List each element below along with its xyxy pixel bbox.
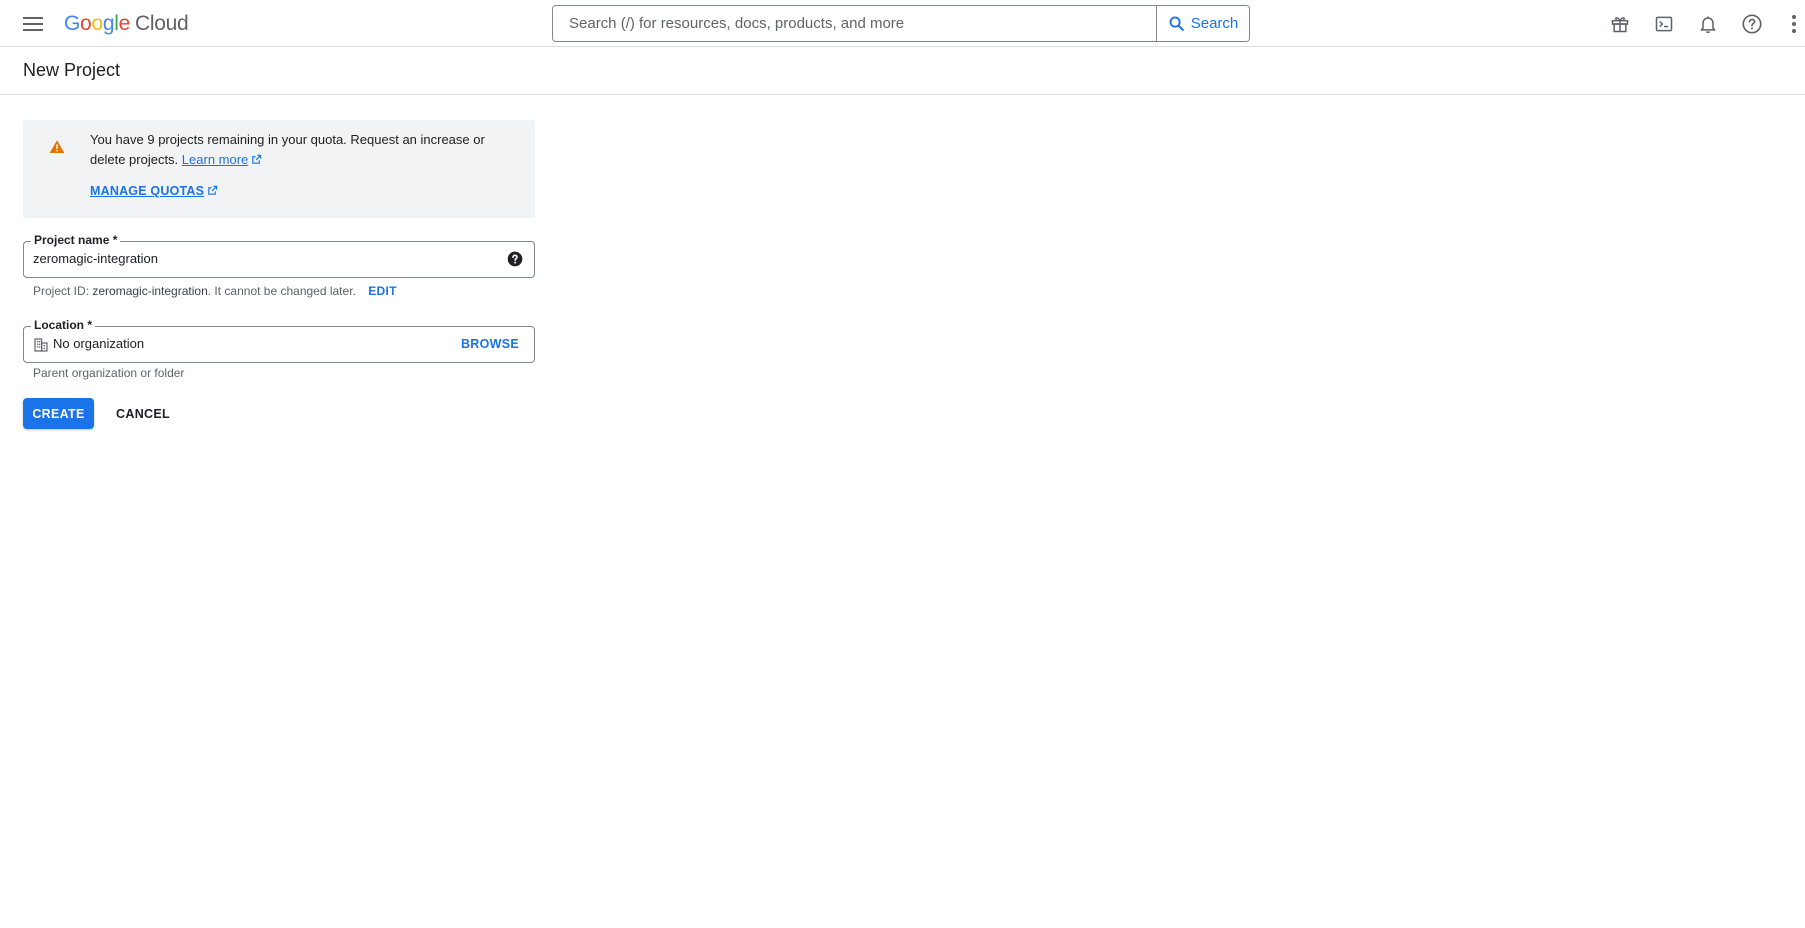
- project-id-hint: Project ID: zeromagic-integration. It ca…: [33, 284, 397, 298]
- more-options-button[interactable]: [1787, 11, 1801, 37]
- search-bar: Search: [552, 5, 1250, 42]
- logo-letter: o: [80, 12, 92, 35]
- quota-message-block: You have 9 projects remaining in your qu…: [90, 130, 510, 170]
- external-link-icon: [208, 185, 218, 195]
- location-label: Location *: [31, 318, 96, 332]
- location-hint: Parent organization or folder: [33, 366, 185, 380]
- logo-product-name: Cloud: [134, 12, 189, 35]
- quota-message: You have 9 projects remaining in your qu…: [90, 132, 485, 167]
- project-name-field: Project name *: [23, 233, 535, 278]
- top-bar-actions: [1589, 11, 1805, 37]
- main-menu-button[interactable]: [20, 11, 46, 37]
- manage-quotas-link[interactable]: MANAGE QUOTAS: [90, 184, 218, 198]
- help-icon[interactable]: [507, 251, 523, 267]
- more-vert-icon: [1792, 15, 1796, 33]
- page-title: New Project: [23, 60, 121, 80]
- notifications-icon: [1700, 16, 1716, 33]
- top-bar: G o o g l e Cloud Search: [0, 0, 1805, 47]
- project-id-prefix: Project ID:: [33, 284, 90, 298]
- logo-letter: e: [118, 12, 131, 35]
- location-value: No organization: [53, 336, 145, 351]
- help-circle-icon: [1742, 14, 1762, 34]
- logo-letter: G: [64, 12, 81, 35]
- help-button[interactable]: [1739, 11, 1765, 37]
- project-name-label: Project name *: [31, 233, 121, 247]
- cloud-shell-button[interactable]: [1651, 11, 1677, 37]
- gift-button[interactable]: [1607, 11, 1633, 37]
- gift-icon: [1611, 17, 1629, 33]
- organization-icon: [34, 338, 48, 352]
- create-button[interactable]: CREATE: [23, 398, 94, 429]
- warning-icon: [49, 140, 65, 153]
- logo-letter: g: [102, 12, 115, 35]
- edit-project-id-button[interactable]: EDIT: [368, 284, 397, 298]
- project-id-value: zeromagic-integration: [92, 284, 208, 298]
- project-id-suffix: . It cannot be changed later.: [207, 284, 356, 298]
- cloud-shell-icon: [1655, 16, 1673, 32]
- page-header: New Project: [0, 47, 1805, 95]
- browse-button[interactable]: BROWSE: [461, 337, 519, 351]
- cancel-button[interactable]: CANCEL: [110, 398, 176, 429]
- manage-quotas-label: MANAGE QUOTAS: [90, 184, 205, 198]
- search-input[interactable]: [553, 6, 1156, 41]
- learn-more-link[interactable]: Learn more: [182, 152, 248, 167]
- hamburger-menu-icon: [23, 17, 43, 31]
- search-button-label: Search: [1190, 15, 1239, 32]
- search-icon: [1169, 16, 1184, 31]
- project-name-input[interactable]: [33, 251, 473, 266]
- search-button[interactable]: Search: [1156, 6, 1249, 41]
- learn-more-label: Learn more: [181, 152, 249, 167]
- notifications-button[interactable]: [1695, 11, 1721, 37]
- location-field[interactable]: Location * No organization BROWSE: [23, 318, 535, 363]
- google-cloud-logo[interactable]: G o o g l e Cloud: [64, 11, 189, 37]
- quota-notice: You have 9 projects remaining in your qu…: [23, 120, 535, 218]
- external-link-icon: [252, 154, 262, 164]
- logo-letter: o: [91, 12, 103, 35]
